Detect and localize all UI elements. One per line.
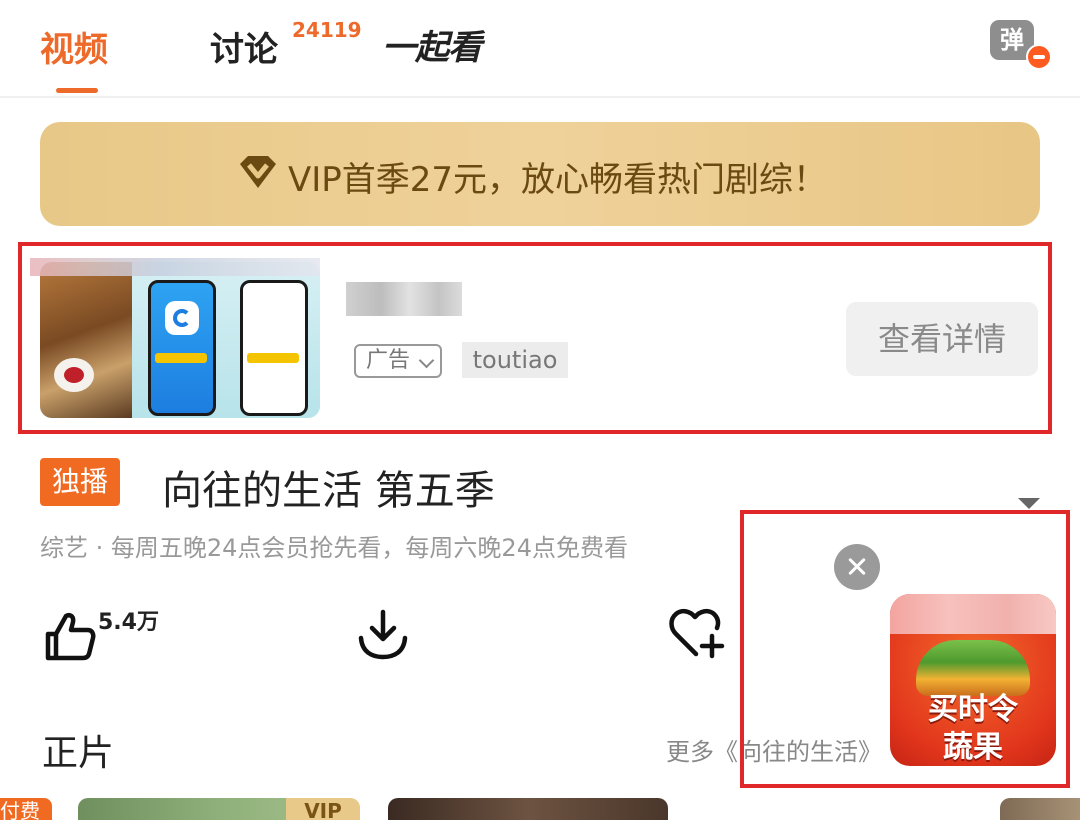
like-count: 5.4万 — [98, 610, 159, 635]
ad-label-dropdown[interactable]: 广告 — [354, 344, 442, 378]
ad-thumbnail[interactable] — [40, 262, 320, 418]
danmu-off-icon — [1026, 44, 1052, 70]
close-icon[interactable] — [834, 544, 880, 590]
expand-arrow-icon[interactable] — [1018, 498, 1040, 509]
tab-video[interactable]: 视频 — [40, 22, 108, 71]
show-title: 向往的生活 第五季 — [162, 468, 495, 514]
ad-source-label: toutiao — [462, 342, 568, 378]
episode-thumbnail[interactable] — [388, 798, 668, 820]
tab-watch-together[interactable]: 一起看 — [382, 20, 482, 69]
diamond-icon — [240, 156, 276, 188]
tab-watch-together-label: 一起 — [382, 28, 449, 68]
exclusive-badge: 独播 — [40, 458, 120, 506]
paid-tag: 付费 — [0, 798, 52, 820]
show-meta: 综艺 · 每周五晚24点会员抢先看，每周六晚24点免费看 — [40, 534, 628, 562]
ad-thumb-phone-white — [240, 280, 308, 416]
discuss-count-badge: 24119 — [292, 18, 362, 42]
vip-tag: VIP — [286, 798, 360, 820]
ad-thumb-food-image — [40, 262, 132, 418]
floating-ad-blurred-header — [890, 594, 1056, 634]
ad-view-details-button[interactable]: 查看详情 — [846, 302, 1038, 376]
floating-ad-line2: 蔬果 — [943, 730, 1003, 765]
ad-thumb-blurred-strip — [30, 258, 320, 276]
tab-watch-together-suffix: 看 — [448, 28, 482, 68]
thumbs-up-icon[interactable] — [42, 608, 98, 664]
episode-thumbnail[interactable] — [1000, 798, 1080, 820]
download-icon[interactable] — [356, 608, 410, 660]
ad-title-blurred — [346, 282, 462, 316]
favorite-add-icon[interactable] — [668, 608, 726, 660]
ad-label-text: 广告 — [366, 348, 411, 373]
vip-promo-text: VIP首季27元，放心畅看热门剧综！ — [288, 160, 828, 200]
top-tab-bar: 视频 讨论 24119 一起看 弹 — [0, 0, 1080, 98]
tab-active-indicator — [56, 88, 98, 93]
episodes-section-title: 正片 — [42, 733, 115, 774]
tab-discuss[interactable]: 讨论 — [210, 22, 278, 71]
chevron-down-icon — [418, 352, 435, 369]
floating-ad-card[interactable]: 买时令 蔬果 — [890, 594, 1056, 766]
ad-thumb-phone-blue — [148, 280, 216, 416]
